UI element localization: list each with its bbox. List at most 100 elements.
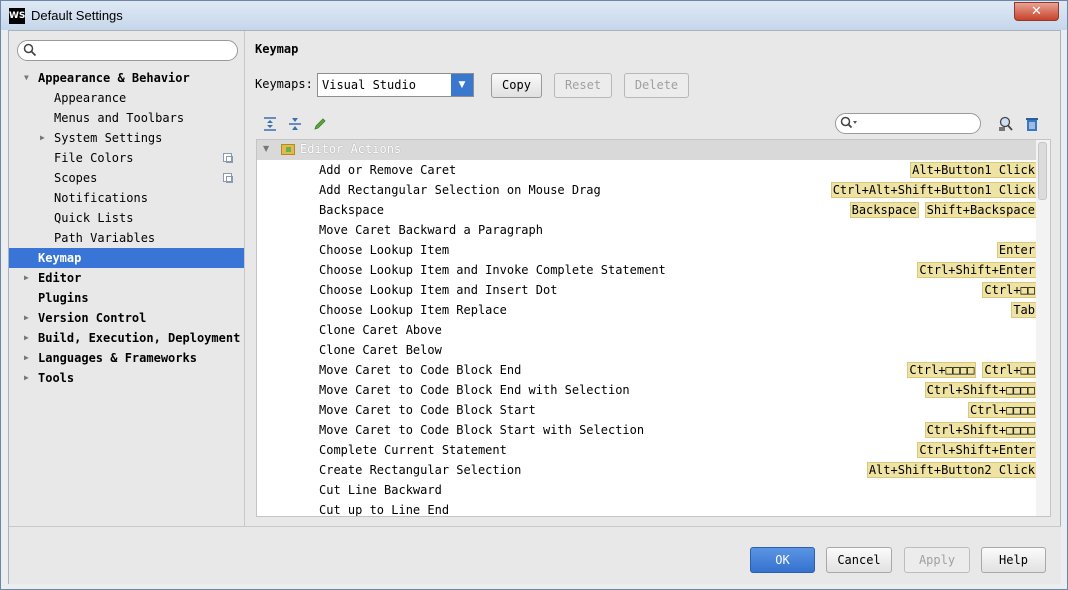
sidebar-item-build-execution-deployment[interactable]: ▶ Build, Execution, Deployment bbox=[9, 328, 244, 348]
action-row[interactable]: Backspace Backspace Shift+Backspace bbox=[257, 200, 1037, 220]
action-row[interactable]: Clone Caret Below bbox=[257, 340, 1037, 360]
chevron-right-icon[interactable]: ▶ bbox=[24, 268, 34, 288]
shortcut-list: Backspace Shift+Backspace bbox=[849, 202, 1037, 218]
sidebar-item-editor[interactable]: ▶ Editor bbox=[9, 268, 244, 288]
settings-tree: ▼ Appearance & Behavior Appearance Menus an… bbox=[9, 68, 244, 388]
sidebar-item-scopes[interactable]: Scopes bbox=[9, 168, 244, 188]
chevron-down-icon[interactable]: ▼ bbox=[24, 68, 34, 88]
trash-icon[interactable] bbox=[1024, 116, 1040, 132]
action-row[interactable]: Move Caret Backward a Paragraph bbox=[257, 220, 1037, 240]
action-name: Complete Current Statement bbox=[319, 443, 507, 457]
project-copy-icon bbox=[223, 173, 233, 183]
shortcut-list: Alt+Button1 Click bbox=[910, 162, 1037, 178]
vertical-scrollbar[interactable] bbox=[1036, 140, 1050, 516]
ok-button[interactable]: OK bbox=[750, 547, 815, 573]
chevron-right-icon[interactable]: ▶ bbox=[24, 348, 34, 368]
action-name: Move Caret to Code Block End with Select… bbox=[319, 383, 630, 397]
chevron-right-icon[interactable]: ▶ bbox=[24, 368, 34, 388]
action-row[interactable]: Complete Current Statement Ctrl+Shift+Ent… bbox=[257, 440, 1037, 460]
keymap-select[interactable]: Visual Studio ▼ bbox=[317, 73, 474, 97]
find-by-shortcut-icon[interactable] bbox=[998, 116, 1014, 132]
action-name: Clone Caret Below bbox=[319, 343, 442, 357]
action-row[interactable]: Move Caret to Code Block Start Ctrl+□□□□ bbox=[257, 400, 1037, 420]
shortcut-list: Ctrl+Alt+Shift+Button1 Click bbox=[830, 182, 1037, 198]
chevron-down-icon[interactable]: ▼ bbox=[263, 144, 269, 153]
sidebar-item-path-variables[interactable]: Path Variables bbox=[9, 228, 244, 248]
sidebar-item-plugins[interactable]: Plugins bbox=[9, 288, 244, 308]
shortcut-list: Ctrl+Shift+□□□□ bbox=[924, 382, 1037, 398]
apply-button[interactable]: Apply bbox=[904, 547, 970, 573]
sidebar-item-languages-frameworks[interactable]: ▶ Languages & Frameworks bbox=[9, 348, 244, 368]
project-copy-icon bbox=[223, 153, 233, 163]
edit-shortcut-icon[interactable] bbox=[312, 116, 328, 132]
action-row[interactable]: Clone Caret Above bbox=[257, 320, 1037, 340]
sidebar-item-label: Quick Lists bbox=[54, 211, 134, 225]
reset-button[interactable]: Reset bbox=[554, 73, 612, 98]
action-row[interactable]: Choose Lookup Item and Invoke Complete S… bbox=[257, 260, 1037, 280]
action-row[interactable]: Create Rectangular Selection Alt+Shift+Bu… bbox=[257, 460, 1037, 480]
chevron-right-icon[interactable]: ▶ bbox=[40, 128, 50, 148]
sidebar-item-label: Appearance bbox=[54, 91, 127, 105]
copy-button[interactable]: Copy bbox=[491, 73, 542, 98]
sidebar-item-label: Path Variables bbox=[54, 231, 156, 245]
sidebar-item-label: Keymap bbox=[38, 251, 82, 265]
sidebar-item-appearance-behavior[interactable]: ▼ Appearance & Behavior bbox=[9, 68, 244, 88]
action-name: Move Caret Backward a Paragraph bbox=[319, 223, 543, 237]
action-row[interactable]: Choose Lookup Item Enter bbox=[257, 240, 1037, 260]
chevron-right-icon[interactable]: ▶ bbox=[24, 328, 34, 348]
shortcut-badge: Ctrl+Shift+Enter bbox=[917, 262, 1037, 278]
chevron-down-icon[interactable]: ▼ bbox=[451, 74, 473, 96]
title-bar: WS Default Settings ✕ bbox=[1, 1, 1067, 30]
sidebar-item-label: Notifications bbox=[54, 191, 148, 205]
dialog-footer: OK Cancel Apply Help bbox=[9, 526, 1061, 584]
window-title: Default Settings bbox=[31, 8, 123, 23]
sidebar-item-menus-and-toolbars[interactable]: Menus and Toolbars bbox=[9, 108, 244, 128]
shortcut-badge: Enter bbox=[996, 242, 1037, 258]
action-filter-input[interactable] bbox=[835, 113, 981, 134]
action-row[interactable]: Add Rectangular Selection on Mouse Drag C… bbox=[257, 180, 1037, 200]
action-row[interactable]: Choose Lookup Item and Insert Dot Ctrl+□□ bbox=[257, 280, 1037, 300]
sidebar-item-appearance[interactable]: Appearance bbox=[9, 88, 244, 108]
sidebar-item-label: Menus and Toolbars bbox=[54, 111, 185, 125]
shortcut-list: Enter bbox=[996, 242, 1037, 258]
delete-button[interactable]: Delete bbox=[624, 73, 689, 98]
collapse-all-icon[interactable] bbox=[287, 116, 303, 132]
action-row[interactable]: Choose Lookup Item Replace Tab bbox=[257, 300, 1037, 320]
shortcut-list: Ctrl+□□□□ bbox=[967, 402, 1037, 418]
shortcut-list: Ctrl+□□□□ Ctrl+□□ bbox=[907, 362, 1037, 378]
sidebar-item-tools[interactable]: ▶ Tools bbox=[9, 368, 244, 388]
sidebar-item-label: Appearance & Behavior bbox=[38, 71, 190, 85]
shortcut-badge: Alt+Button1 Click bbox=[910, 162, 1037, 178]
expand-all-icon[interactable] bbox=[262, 116, 278, 132]
webstorm-app-icon: WS bbox=[9, 8, 25, 24]
chevron-right-icon[interactable]: ▶ bbox=[24, 308, 34, 328]
sidebar-item-keymap[interactable]: Keymap bbox=[9, 248, 244, 268]
sidebar-item-system-settings[interactable]: ▶ System Settings bbox=[9, 128, 244, 148]
sidebar-item-label: Languages & Frameworks bbox=[38, 351, 197, 365]
help-button[interactable]: Help bbox=[981, 547, 1046, 573]
action-name: Add or Remove Caret bbox=[319, 163, 457, 177]
folder-icon bbox=[281, 144, 295, 155]
close-window-button[interactable]: ✕ bbox=[1014, 2, 1059, 21]
action-group-row[interactable]: ▼ Editor Actions bbox=[257, 140, 1037, 160]
sidebar-item-label: Plugins bbox=[38, 291, 89, 305]
sidebar-item-label: Version Control bbox=[38, 311, 147, 325]
action-row[interactable]: Cut up to Line End bbox=[257, 500, 1037, 516]
sidebar-item-version-control[interactable]: ▶ Version Control bbox=[9, 308, 244, 328]
settings-dialog: ▼ Appearance & Behavior Appearance Menus an… bbox=[8, 30, 1061, 584]
action-name: Move Caret to Code Block Start with Sele… bbox=[319, 423, 645, 437]
sidebar-item-file-colors[interactable]: File Colors bbox=[9, 148, 244, 168]
action-name: Choose Lookup Item and Invoke Complete S… bbox=[319, 263, 666, 277]
action-name: Add Rectangular Selection on Mouse Drag bbox=[319, 183, 601, 197]
sidebar-item-quick-lists[interactable]: Quick Lists bbox=[9, 208, 244, 228]
shortcut-badge: Alt+Shift+Button2 Click bbox=[866, 462, 1037, 478]
action-row[interactable]: Add or Remove Caret Alt+Button1 Click bbox=[257, 160, 1037, 180]
scrollbar-thumb[interactable] bbox=[1038, 142, 1047, 200]
action-row[interactable]: Move Caret to Code Block Start with Sele… bbox=[257, 420, 1037, 440]
cancel-button[interactable]: Cancel bbox=[826, 547, 892, 573]
action-row[interactable]: Move Caret to Code Block End with Select… bbox=[257, 380, 1037, 400]
settings-search-input[interactable] bbox=[17, 40, 238, 61]
action-row[interactable]: Move Caret to Code Block End Ctrl+□□□□ Ctr… bbox=[257, 360, 1037, 380]
action-row[interactable]: Cut Line Backward bbox=[257, 480, 1037, 500]
sidebar-item-notifications[interactable]: Notifications bbox=[9, 188, 244, 208]
